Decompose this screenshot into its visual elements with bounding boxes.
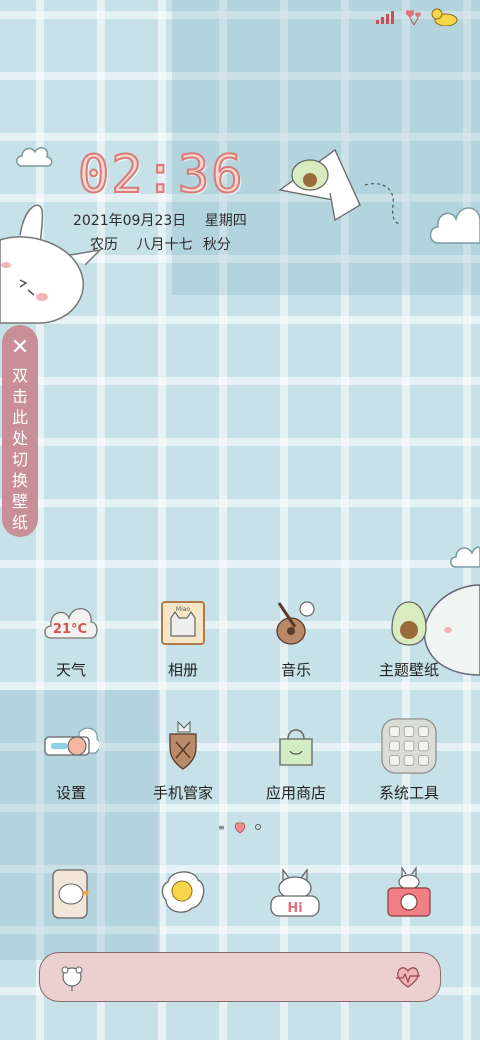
- avocado-plane-icon: [278, 149, 401, 225]
- switch-wallpaper-pill[interactable]: ✕ 双击此处切换壁纸: [2, 325, 38, 537]
- search-bar[interactable]: [39, 952, 441, 1002]
- date-line: 2021年09月23日 星期四: [73, 210, 247, 230]
- fried-egg-icon: [155, 865, 211, 921]
- heart-voice-icon: [396, 967, 420, 988]
- shopping-bag-icon: [268, 718, 324, 774]
- close-icon[interactable]: ✕: [11, 337, 29, 359]
- app-label: 主题壁纸: [378, 661, 439, 679]
- heart-balloon-icon: [405, 9, 421, 26]
- bunny-camera-icon: [381, 865, 437, 921]
- duck-phone-icon: [43, 865, 99, 921]
- app-label: 音乐: [280, 661, 311, 679]
- app-label: 手机管家: [152, 784, 213, 802]
- app-label: 相册: [167, 661, 198, 679]
- signal-icon: [376, 11, 394, 24]
- solar-term: 秋分: [202, 237, 231, 253]
- dock-app[interactable]: [128, 865, 238, 921]
- gallery-badge: Miao: [176, 606, 191, 613]
- bunny-hi-icon: Hi: [268, 865, 324, 921]
- hi-text: Hi: [287, 901, 302, 916]
- dock-app[interactable]: Hi: [241, 865, 351, 921]
- clock-time[interactable]: 02:36: [77, 144, 245, 206]
- duck-battery-icon: [431, 8, 458, 26]
- dock-app[interactable]: [354, 865, 464, 921]
- status-bar: [376, 8, 458, 26]
- page-dot-icon: [254, 824, 261, 830]
- weekday: 星期四: [204, 213, 247, 229]
- lunar-line: 农历 八月十七 秋分: [90, 234, 231, 254]
- strawberry-dot-icon: [234, 822, 245, 834]
- cloud-icon: [450, 546, 480, 568]
- dock-app[interactable]: [16, 865, 126, 921]
- avocado-icon: [381, 595, 437, 651]
- folder-grid-icon: [381, 718, 437, 774]
- app-settings[interactable]: 设置: [16, 718, 126, 803]
- app-system-tools[interactable]: 系统工具: [354, 718, 464, 803]
- gregorian-date: 2021年09月23日: [73, 213, 187, 229]
- switch-wallpaper-text: 双击此处切换壁纸: [11, 366, 28, 532]
- lunar-date: 八月十七: [136, 237, 193, 253]
- lunar-label: 农历: [90, 237, 118, 253]
- cat-frame-icon: Miao: [155, 595, 211, 651]
- app-weather[interactable]: 21°C 天气: [16, 595, 126, 680]
- app-music[interactable]: 音乐: [241, 595, 351, 680]
- app-gallery[interactable]: Miao 相册: [128, 595, 238, 680]
- page-indicator[interactable]: ≡: [218, 820, 261, 834]
- bear-search-icon: [61, 966, 83, 991]
- app-label: 应用商店: [265, 784, 326, 802]
- cloud-icon: [16, 146, 53, 167]
- page-dot-icon: ≡: [218, 822, 225, 832]
- toggle-peach-icon: [43, 718, 99, 774]
- app-label: 天气: [55, 661, 86, 679]
- app-themes[interactable]: 主题壁纸: [354, 595, 464, 680]
- app-label: 系统工具: [378, 784, 439, 802]
- weather-cloud-icon: 21°C: [43, 595, 99, 651]
- app-label: 设置: [55, 784, 86, 802]
- cloud-icon: [429, 207, 480, 244]
- weather-temp: 21°C: [53, 622, 87, 637]
- guitar-bunny-icon: [268, 595, 324, 651]
- app-store[interactable]: 应用商店: [241, 718, 351, 803]
- app-phone-manager[interactable]: 手机管家: [128, 718, 238, 803]
- cat-shield-icon: [155, 718, 211, 774]
